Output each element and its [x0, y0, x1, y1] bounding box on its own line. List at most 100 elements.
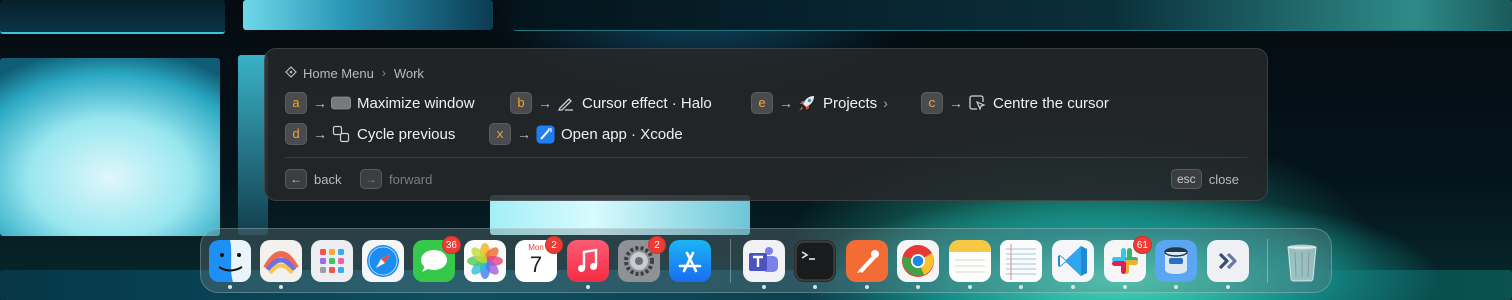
music-icon [567, 240, 609, 282]
dock-app-app-store[interactable] [669, 240, 711, 282]
cycle-windows-icon [331, 125, 351, 143]
notification-badge: 2 [648, 236, 666, 254]
wallpaper-tile [243, 0, 493, 30]
running-indicator [813, 285, 817, 289]
shortcut-key: c [921, 92, 943, 114]
close-label: close [1208, 171, 1240, 187]
trash-icon [1287, 244, 1317, 282]
keyboard-menu-panel: Home Menu › Work a → Maximize window b →… [264, 48, 1268, 201]
breadcrumb-root[interactable]: Home Menu [303, 66, 374, 81]
arrow-left-icon: ← [285, 169, 307, 189]
shortcut-key: a [285, 92, 307, 114]
running-indicator [865, 285, 869, 289]
calendar-day: 7 [529, 252, 543, 277]
running-indicator [1019, 285, 1023, 289]
arrow-right-icon: → [313, 126, 327, 142]
arrow-right-icon: → [517, 126, 531, 142]
dock-app-calendar[interactable]: Mon 7 2 [515, 236, 563, 282]
vscode-icon [1052, 240, 1094, 282]
menu-item-label: Cycle previous [357, 125, 456, 143]
running-indicator [916, 285, 920, 289]
launchpad-icon [311, 240, 353, 282]
dock-app-terminal[interactable] [794, 240, 836, 282]
esc-key: esc [1171, 169, 1202, 189]
back-button[interactable]: ← back [285, 169, 341, 189]
dock-app-finder[interactable] [209, 240, 251, 282]
pen-icon [556, 94, 576, 112]
home-diamond-icon [285, 65, 297, 81]
dock-app-messages[interactable]: 36 [413, 236, 461, 282]
wallpaper-tile [513, 0, 1512, 31]
running-indicator [279, 285, 283, 289]
menu-item-label: Cursor effect · Halo [582, 94, 712, 112]
running-indicator [1226, 285, 1230, 289]
dock-app-trash[interactable] [1281, 240, 1323, 282]
divider [285, 157, 1247, 158]
menu-item-maximize-window[interactable]: a → Maximize window [285, 92, 475, 114]
menu-item-label: Open app · Xcode [561, 125, 683, 143]
dock: 36 Mon 7 2 2 61 [200, 228, 1332, 293]
dock-app-vs-code[interactable] [1052, 240, 1094, 282]
running-indicator [586, 285, 590, 289]
dock-app-music[interactable] [567, 240, 609, 282]
superwhisper-icon [1207, 240, 1249, 282]
dock-app-photos[interactable] [464, 240, 506, 282]
app-store-icon [669, 240, 711, 282]
rocket-icon [797, 94, 817, 112]
photos-icon [464, 240, 506, 282]
teams-icon [743, 240, 785, 282]
chevron-right-icon: › [883, 95, 888, 111]
notes-icon [949, 240, 991, 282]
dock-app-postman[interactable] [846, 240, 888, 282]
dock-separator [1267, 239, 1268, 283]
chevron-right-icon: › [381, 66, 386, 80]
dock-app-notes[interactable] [949, 240, 991, 282]
wallpaper-tile [0, 0, 225, 34]
arrow-right-icon: → [949, 95, 963, 111]
dock-app-textedit[interactable] [1000, 240, 1042, 282]
database-icon [1155, 240, 1197, 282]
running-indicator [1123, 285, 1127, 289]
dock-app-sequel-ace[interactable] [1155, 240, 1197, 282]
menu-item-cycle-previous[interactable]: d → Cycle previous [285, 123, 455, 145]
menu-item-open-xcode[interactable]: x → Open app · Xcode [489, 123, 683, 145]
notification-badge: 2 [545, 236, 563, 254]
shortcut-key: e [751, 92, 773, 114]
dock-app-slack[interactable]: 61 [1104, 236, 1152, 282]
running-indicator [1071, 285, 1075, 289]
forward-label: forward [389, 171, 433, 187]
dock-app-microsoft-teams[interactable] [743, 240, 785, 282]
xcode-icon [535, 125, 555, 143]
arc-icon [260, 240, 302, 282]
dock-app-safari[interactable] [362, 240, 404, 282]
shortcut-key: b [510, 92, 532, 114]
arrow-right-icon: → [313, 95, 327, 111]
shortcut-key: d [285, 123, 307, 145]
chrome-icon [897, 240, 939, 282]
arrow-right-icon: → [538, 95, 552, 111]
menu-item-label: Maximize window [357, 94, 475, 112]
running-indicator [228, 285, 232, 289]
dock-app-arc[interactable] [260, 240, 302, 282]
notification-badge: 61 [1132, 236, 1152, 254]
menu-item-projects[interactable]: e → Projects › [751, 92, 888, 114]
safari-icon [362, 240, 404, 282]
terminal-icon [794, 240, 836, 282]
shortcut-key: x [489, 123, 511, 145]
close-button[interactable]: esc close [1171, 169, 1239, 189]
menu-item-cursor-effect[interactable]: b → Cursor effect · Halo [510, 92, 712, 114]
dock-app-launchpad[interactable] [311, 240, 353, 282]
postman-icon [846, 240, 888, 282]
forward-button[interactable]: → forward [360, 169, 432, 189]
finder-icon [209, 240, 251, 282]
textedit-icon [1000, 240, 1042, 282]
notification-badge: 36 [441, 236, 461, 254]
dock-app-superwhisper[interactable] [1207, 240, 1249, 282]
dock-app-chrome[interactable] [897, 240, 939, 282]
breadcrumb: Home Menu › Work [285, 65, 424, 81]
menu-item-centre-cursor[interactable]: c → Centre the cursor [921, 92, 1109, 114]
menu-item-label: Centre the cursor [993, 94, 1109, 112]
arrow-right-icon: → [779, 95, 793, 111]
dock-separator [730, 239, 731, 283]
dock-app-system-settings[interactable]: 2 [618, 236, 666, 282]
